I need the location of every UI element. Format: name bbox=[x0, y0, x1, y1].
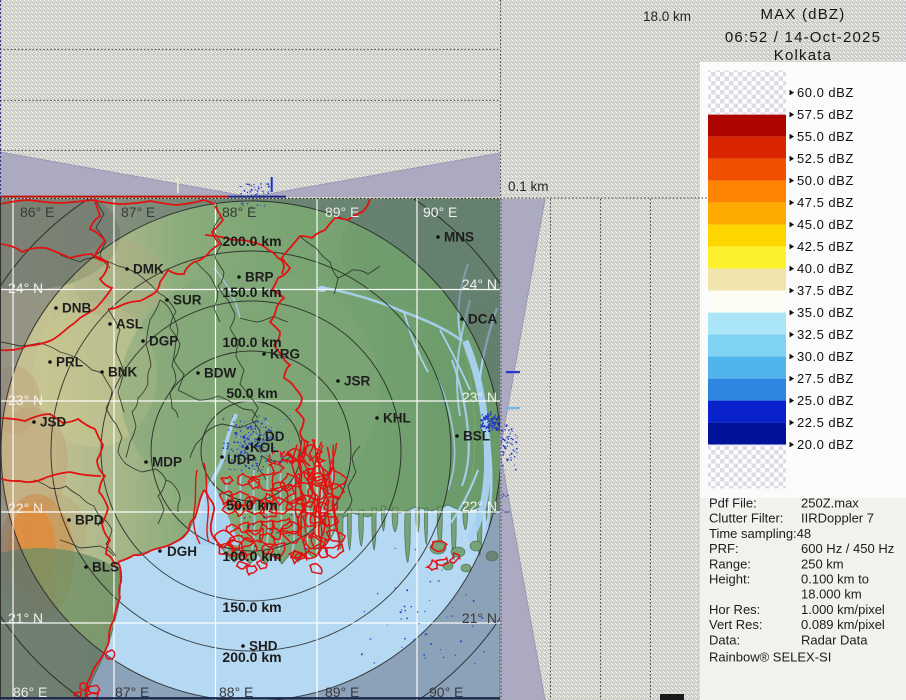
svg-text:Time sampling:48: Time sampling:48 bbox=[709, 526, 811, 541]
svg-text:BPD: BPD bbox=[75, 513, 104, 528]
svg-text:DCA: DCA bbox=[468, 312, 497, 327]
svg-text:55.0 dBZ: 55.0 dBZ bbox=[797, 129, 854, 144]
svg-text:100.0 km: 100.0 km bbox=[222, 548, 281, 564]
svg-text:87° E: 87° E bbox=[121, 204, 155, 220]
svg-text:89° E: 89° E bbox=[325, 204, 359, 220]
svg-text:JSR: JSR bbox=[344, 374, 371, 389]
svg-text:SUR: SUR bbox=[173, 293, 202, 308]
svg-text:Hor Res:: Hor Res: bbox=[709, 602, 760, 617]
svg-text:52.5 dBZ: 52.5 dBZ bbox=[797, 151, 854, 166]
svg-text:50.0 km: 50.0 km bbox=[226, 385, 277, 401]
svg-text:KHL: KHL bbox=[383, 411, 411, 426]
svg-text:50.0 km: 50.0 km bbox=[226, 497, 277, 513]
svg-text:40.0 dBZ: 40.0 dBZ bbox=[797, 261, 854, 276]
svg-text:MNS: MNS bbox=[444, 230, 474, 245]
svg-text:Height:: Height: bbox=[709, 572, 750, 587]
svg-text:ASL: ASL bbox=[116, 317, 143, 332]
svg-text:600 Hz / 450 Hz: 600 Hz / 450 Hz bbox=[801, 541, 894, 556]
svg-text:86° E: 86° E bbox=[13, 684, 47, 700]
svg-text:18.0 km: 18.0 km bbox=[643, 9, 691, 24]
svg-text:BLS: BLS bbox=[92, 560, 119, 575]
svg-text:Range:: Range: bbox=[709, 556, 751, 571]
svg-text:22.5 dBZ: 22.5 dBZ bbox=[797, 415, 854, 430]
svg-text:21° N: 21° N bbox=[462, 610, 497, 626]
svg-text:60.0 dBZ: 60.0 dBZ bbox=[797, 85, 854, 100]
svg-text:18.000 km: 18.000 km bbox=[801, 587, 862, 602]
svg-text:DGH: DGH bbox=[167, 544, 197, 559]
svg-text:45.0 dBZ: 45.0 dBZ bbox=[797, 217, 854, 232]
svg-text:Data:: Data: bbox=[709, 632, 740, 647]
svg-text:06:52 / 14-Oct-2025: 06:52 / 14-Oct-2025 bbox=[725, 29, 881, 46]
svg-text:88° E: 88° E bbox=[219, 684, 253, 700]
svg-text:Clutter Filter:: Clutter Filter: bbox=[709, 511, 783, 526]
svg-text:250Z.max: 250Z.max bbox=[801, 496, 859, 511]
svg-text:200.0 km: 200.0 km bbox=[222, 233, 281, 249]
svg-text:27.5 dBZ: 27.5 dBZ bbox=[797, 371, 854, 386]
svg-text:BRP: BRP bbox=[245, 270, 274, 285]
svg-text:150.0 km: 150.0 km bbox=[222, 284, 281, 300]
svg-text:DGP: DGP bbox=[149, 334, 178, 349]
svg-text:0.100 km to: 0.100 km to bbox=[801, 572, 869, 587]
svg-text:JSD: JSD bbox=[40, 415, 67, 430]
svg-text:57.5 dBZ: 57.5 dBZ bbox=[797, 107, 854, 122]
svg-text:50.0 dBZ: 50.0 dBZ bbox=[797, 173, 854, 188]
svg-text:87° E: 87° E bbox=[115, 684, 149, 700]
svg-text:37.5 dBZ: 37.5 dBZ bbox=[797, 283, 854, 298]
svg-text:30.0 dBZ: 30.0 dBZ bbox=[797, 349, 854, 364]
svg-text:86° E: 86° E bbox=[20, 204, 54, 220]
svg-text:Rainbow® SELEX-SI: Rainbow® SELEX-SI bbox=[709, 650, 831, 665]
svg-text:90° E: 90° E bbox=[423, 204, 457, 220]
svg-text:42.5 dBZ: 42.5 dBZ bbox=[797, 239, 854, 254]
svg-text:BDW: BDW bbox=[204, 366, 236, 381]
svg-text:1.000 km/pixel: 1.000 km/pixel bbox=[801, 602, 885, 617]
svg-text:Vert Res:: Vert Res: bbox=[709, 617, 762, 632]
svg-text:BSL: BSL bbox=[463, 429, 490, 444]
svg-text:23° N: 23° N bbox=[8, 392, 43, 408]
svg-text:0.1 km: 0.1 km bbox=[508, 179, 549, 194]
svg-text:IIRDoppler 7: IIRDoppler 7 bbox=[801, 511, 874, 526]
svg-text:0.089 km/pixel: 0.089 km/pixel bbox=[801, 617, 885, 632]
svg-text:DNB: DNB bbox=[62, 301, 91, 316]
svg-text:25.0 dBZ: 25.0 dBZ bbox=[797, 393, 854, 408]
svg-text:23° N: 23° N bbox=[462, 389, 497, 405]
svg-text:24° N: 24° N bbox=[462, 276, 497, 292]
svg-text:Radar Data: Radar Data bbox=[801, 632, 868, 647]
svg-text:20.0 dBZ: 20.0 dBZ bbox=[797, 437, 854, 452]
svg-text:150.0 km: 150.0 km bbox=[222, 599, 281, 615]
svg-text:PRL: PRL bbox=[56, 355, 83, 370]
svg-text:Kolkata: Kolkata bbox=[774, 47, 832, 64]
svg-text:Pdf File:: Pdf File: bbox=[709, 496, 757, 511]
svg-text:24° N: 24° N bbox=[8, 280, 43, 296]
svg-text:SHD: SHD bbox=[249, 639, 278, 654]
svg-text:DMK: DMK bbox=[133, 262, 164, 277]
svg-text:PRF:: PRF: bbox=[709, 541, 739, 556]
svg-text:22° N: 22° N bbox=[8, 500, 43, 516]
svg-text:35.0 dBZ: 35.0 dBZ bbox=[797, 305, 854, 320]
svg-text:47.5 dBZ: 47.5 dBZ bbox=[797, 195, 854, 210]
svg-text:89° E: 89° E bbox=[325, 684, 359, 700]
svg-text:90° E: 90° E bbox=[429, 684, 463, 700]
svg-text:UDP: UDP bbox=[227, 452, 256, 467]
svg-text:KRG: KRG bbox=[270, 347, 300, 362]
svg-text:21° N: 21° N bbox=[8, 610, 43, 626]
svg-text:250 km: 250 km bbox=[801, 556, 844, 571]
svg-text:22° N: 22° N bbox=[462, 498, 497, 514]
svg-text:MAX (dBZ): MAX (dBZ) bbox=[761, 6, 846, 23]
svg-text:88° E: 88° E bbox=[222, 204, 256, 220]
svg-text:BNK: BNK bbox=[108, 365, 137, 380]
svg-text:MDP: MDP bbox=[152, 455, 182, 470]
svg-text:32.5 dBZ: 32.5 dBZ bbox=[797, 327, 854, 342]
